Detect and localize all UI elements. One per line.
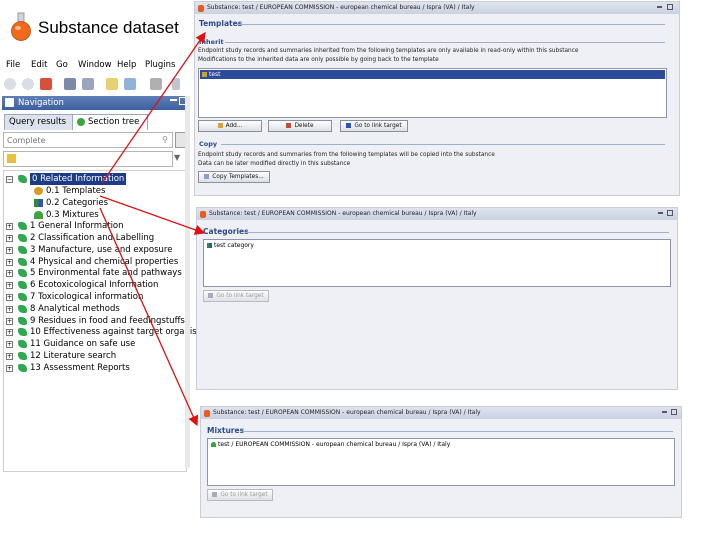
arrow-to-mixtures <box>99 207 199 427</box>
arrow-to-templates <box>101 31 206 184</box>
callout-arrows <box>99 31 206 427</box>
arrow-to-categories <box>99 195 206 235</box>
